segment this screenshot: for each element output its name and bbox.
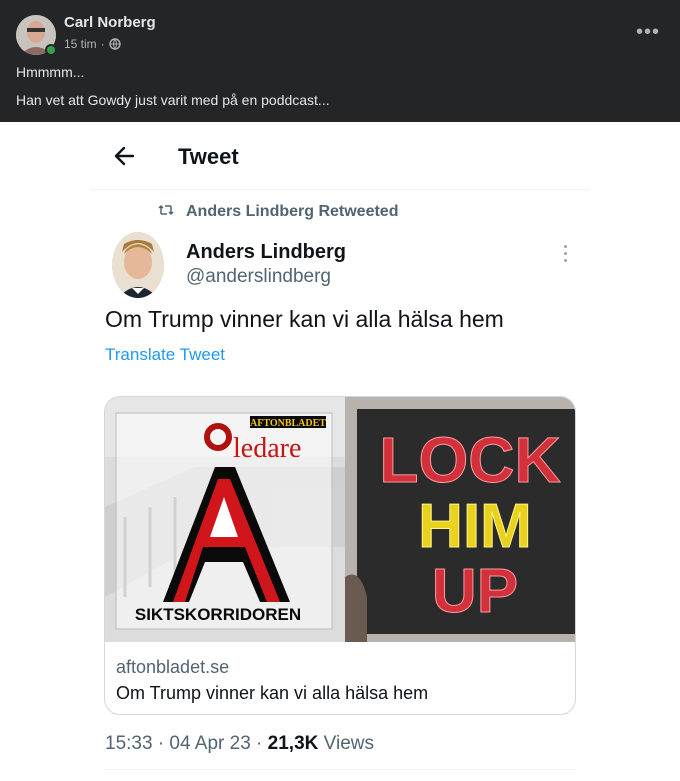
facebook-post-header: Carl Norberg 15 tim · ••• Hmmmm... Han v… [0, 0, 680, 122]
link-domain: aftonbladet.se [116, 657, 230, 677]
ledare-text: ledare [233, 433, 301, 464]
post-meta: 15 tim · [64, 37, 121, 51]
tweet-author-avatar[interactable] [112, 232, 164, 298]
page-title: Tweet [178, 144, 239, 169]
more-vertical-icon[interactable] [563, 245, 569, 263]
tweet-text: Om Trump vinner kan vi alla hälsa hem [105, 306, 504, 332]
link-preview-image: AFTONBLADET ledare SIKTSKORRIDOREN LOCK … [105, 397, 575, 642]
link-title: Om Trump vinner kan vi alla hälsa hem [116, 683, 429, 703]
bottom-divider [104, 769, 576, 770]
tweet-timestamp: 15:33 · 04 Apr 23 · 21,3K Views [105, 733, 374, 755]
online-status-dot [45, 44, 57, 56]
author-name[interactable]: Carl Norberg [64, 14, 156, 31]
link-preview-card[interactable]: AFTONBLADET ledare SIKTSKORRIDOREN LOCK … [104, 396, 576, 715]
siktskorridoren-text: SIKTSKORRIDOREN [135, 605, 301, 624]
post-text-line: Han vet att Gowdy just varit med på en p… [16, 92, 330, 108]
tweet-author-name[interactable]: Anders Lindberg [186, 241, 346, 264]
tweet-author-handle[interactable]: @anderslindberg [186, 266, 331, 288]
retweet-icon [158, 202, 174, 218]
post-time[interactable]: 15 tim [64, 37, 97, 51]
more-horizontal-icon[interactable]: ••• [636, 22, 660, 42]
translate-tweet-link[interactable]: Translate Tweet [105, 345, 225, 365]
retweeted-by-label[interactable]: Anders Lindberg Retweeted [186, 203, 398, 221]
sign-line-1: LOCK [379, 424, 560, 496]
globe-icon [108, 38, 121, 50]
post-text-line: Hmmmm... [16, 64, 85, 80]
sign-line-2: HIM [418, 492, 532, 561]
tweet-datetime[interactable]: 15:33 · 04 Apr 23 · [105, 733, 262, 754]
brand-small-text: AFTONBLADET [250, 418, 326, 429]
header-divider [90, 189, 590, 190]
views-count: 21,3K [267, 733, 319, 754]
views-label: Views [323, 733, 374, 754]
arrow-left-icon[interactable] [111, 142, 139, 170]
meta-separator: · [100, 37, 105, 51]
sign-line-3: UP [432, 557, 518, 626]
